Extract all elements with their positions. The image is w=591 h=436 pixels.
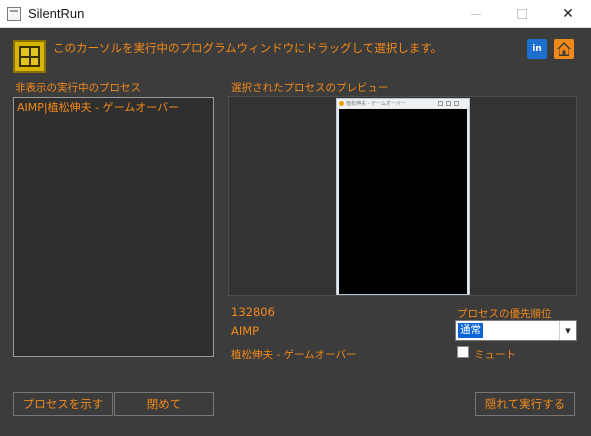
priority-value: 通常	[458, 323, 483, 338]
close-icon: ✕	[562, 6, 574, 22]
mute-label[interactable]: ミュート	[474, 347, 516, 362]
process-preview: 植松伸夫 - ゲームオーバー	[228, 96, 577, 296]
aimp-icon	[339, 101, 344, 106]
thumb-minimize-icon	[438, 101, 443, 106]
title-bar[interactable]: SilentRun ✕	[0, 0, 591, 28]
priority-select[interactable]: 通常 ▼	[455, 320, 577, 341]
process-window-title: 植松伸夫 - ゲームオーバー	[231, 349, 357, 361]
preview-label: 選択されたプロセスのプレビュー	[231, 82, 389, 94]
maximize-button[interactable]	[499, 0, 545, 28]
window-title: SilentRun	[28, 6, 85, 21]
hidden-processes-list[interactable]: AIMP|植松伸夫 - ゲームオーバー	[13, 97, 214, 357]
minimize-button[interactable]	[453, 0, 499, 28]
chevron-down-icon[interactable]: ▼	[559, 321, 576, 340]
process-id: 132806	[231, 305, 275, 319]
maximize-icon	[517, 9, 527, 19]
home-icon[interactable]	[554, 39, 574, 59]
twitter-icon[interactable]: in	[527, 39, 547, 59]
thumb-maximize-icon	[446, 101, 451, 106]
list-item[interactable]: AIMP|植松伸夫 - ゲームオーバー	[17, 99, 179, 115]
priority-label: プロセスの優先順位	[457, 308, 552, 320]
close-button[interactable]: 閉めて	[114, 392, 214, 416]
thumbnail-content	[339, 109, 467, 294]
preview-thumbnail: 植松伸夫 - ゲームオーバー	[336, 98, 470, 295]
thumb-close-icon	[454, 101, 459, 106]
minimize-icon	[471, 13, 481, 15]
crosshair-drag-icon[interactable]	[13, 40, 46, 73]
hidden-processes-label: 非表示の実行中のプロセス	[15, 82, 141, 94]
process-name: AIMP	[231, 324, 260, 338]
app-icon	[7, 7, 21, 21]
close-window-button[interactable]: ✕	[545, 0, 591, 28]
thumbnail-title: 植松伸夫 - ゲームオーバー	[346, 101, 406, 107]
mute-checkbox[interactable]	[457, 346, 469, 358]
instruction-text: このカーソルを実行中のプログラムウィンドウにドラッグして選択します。	[53, 41, 443, 55]
run-hidden-button[interactable]: 隠れて実行する	[475, 392, 575, 416]
show-process-button[interactable]: プロセスを示す	[13, 392, 113, 416]
